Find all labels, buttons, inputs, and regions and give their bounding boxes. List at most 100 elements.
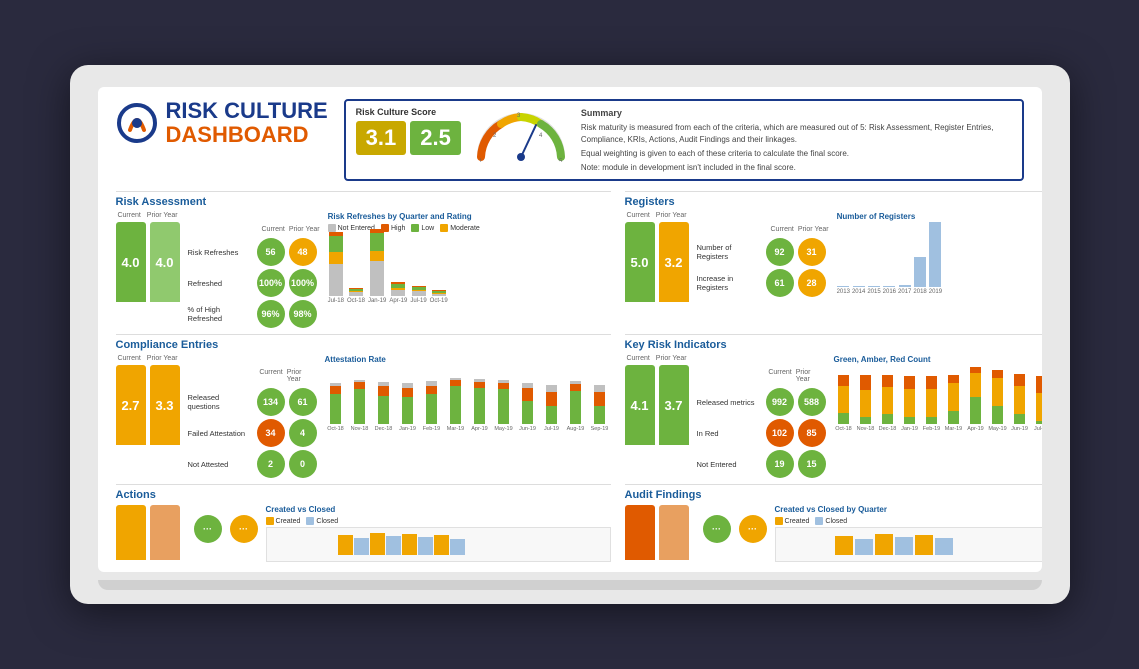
reg-current-label: Current: [626, 212, 649, 219]
metric-val: ···: [230, 515, 258, 543]
kri-chart: Green, Amber, Red Count Oct-18: [834, 355, 1042, 432]
metric-label: Number of Registers: [697, 243, 762, 261]
bar-seg: [354, 382, 365, 389]
gauge-chart: 1 2 3 4 5: [471, 107, 571, 162]
metric-label: Released questions: [188, 393, 253, 411]
audit-legend: Created Closed: [775, 517, 1042, 525]
score-label: Risk Culture Score: [356, 107, 461, 117]
bar-seg: [868, 286, 880, 287]
bar-seg: [402, 388, 413, 397]
ra-prior-label: Prior Year: [147, 212, 178, 219]
bar-seg: [882, 414, 893, 424]
audit-metrics: ··· ···: [703, 515, 767, 543]
kri-current-bar: 4.1: [625, 365, 655, 445]
bar-group: Feb-19: [421, 381, 443, 432]
bar-label: May-19: [988, 426, 1008, 432]
list-item: Closed: [815, 517, 847, 525]
bar-seg: [402, 397, 413, 424]
ra-chart-title: Risk Refreshes by Quarter and Rating: [328, 212, 611, 221]
legend-label: Low: [421, 225, 434, 232]
bar-seg: [1014, 374, 1025, 386]
bar-seg: [948, 383, 959, 411]
table-row: % of High Refreshed 96% 98%: [188, 300, 320, 328]
audit-title: Audit Findings: [625, 489, 1042, 501]
bar-label: Jul-19: [541, 426, 563, 432]
list-item: Created: [775, 517, 810, 525]
reg-metrics: Current Prior Year Number of Registers 9…: [697, 226, 829, 297]
actions-section: Actions ··· ··· Cr: [116, 484, 611, 562]
current-score: 3.1: [356, 121, 407, 155]
table-row: In Red 102 85: [697, 419, 826, 447]
bar-seg: [899, 285, 911, 287]
bar-seg: [1014, 386, 1025, 414]
bar-seg: [992, 370, 1003, 378]
bar-group: 2017: [898, 285, 911, 295]
ra-chart: Risk Refreshes by Quarter and Rating Not…: [328, 212, 611, 304]
list-item: Closed: [306, 517, 338, 525]
bar-seg: [391, 290, 405, 296]
dashboard-header: RISK CULTURE DASHBOARD Risk Culture Scor…: [116, 99, 1024, 181]
bar-group: Dec-18: [373, 382, 395, 432]
bar-seg: [860, 417, 871, 424]
svg-text:2: 2: [493, 133, 497, 139]
metric-current: 61: [766, 269, 794, 297]
table-row: Risk Refreshes 56 48: [188, 238, 320, 266]
metric-prior: 28: [798, 269, 826, 297]
bar-seg: [970, 397, 981, 424]
bar-seg: [992, 378, 1003, 406]
bar-group: Oct-18: [347, 288, 365, 304]
risk-assessment-title: Risk Assessment: [116, 196, 611, 208]
kri-bar-chart: Oct-18 Nov-18: [834, 367, 1042, 432]
bar-group: Jan-19: [368, 229, 386, 304]
actions-score-bars: [116, 505, 180, 560]
bar-label: 2016: [883, 289, 896, 295]
bar-seg: [1036, 376, 1042, 393]
reg-chart: Number of Registers 2013 2014: [837, 212, 1042, 295]
comp-chart: Attestation Rate Oct-18: [325, 355, 611, 432]
bar-seg: [450, 386, 461, 424]
risk-assessment-section: Risk Assessment Current Prior Year 4.0: [116, 191, 611, 328]
bar-group: Mar-19: [944, 375, 964, 432]
bar-label: Oct-18: [834, 426, 854, 432]
risk-assessment-inner: Current Prior Year 4.0 4.0: [116, 212, 611, 328]
bar-label: Jun-19: [517, 426, 539, 432]
comp-current-label: Current: [117, 355, 140, 362]
logo-title-dashboard: DASHBOARD: [166, 123, 328, 147]
sections-grid: Risk Assessment Current Prior Year 4.0: [116, 191, 1024, 562]
actions-chart-title: Created vs Closed: [266, 505, 611, 514]
bar-group: Oct-19: [430, 290, 448, 304]
bar-seg: [882, 387, 893, 414]
ra-score-bars: Current Prior Year 4.0 4.0: [116, 212, 180, 302]
reg-current-bar: 5.0: [625, 222, 655, 302]
bar-group: Oct-18: [325, 383, 347, 432]
registers-title: Registers: [625, 196, 1042, 208]
bar-seg: [426, 394, 437, 424]
bar-label: Oct-18: [325, 426, 347, 432]
bar-label: Jan-19: [397, 426, 419, 432]
comp-prior-label: Prior Year: [147, 355, 178, 362]
reg-prior-col: Prior Year: [798, 226, 829, 233]
actions-chart: Created vs Closed Created Closed: [266, 505, 611, 562]
bar-seg: [570, 391, 581, 424]
bar-label: Jan-19: [900, 426, 920, 432]
bar-label: Sep-19: [589, 426, 611, 432]
bar-seg: [860, 375, 871, 390]
metric-prior: 31: [798, 238, 826, 266]
bar-group: Jul-18: [328, 232, 344, 304]
bar-seg: [853, 286, 865, 287]
legend-label: Closed: [825, 518, 847, 525]
metric-current: 102: [766, 419, 794, 447]
bar-seg: [594, 406, 605, 424]
summary-note: Equal weighting is given to each of thes…: [581, 148, 1012, 159]
comp-chart-title: Attestation Rate: [325, 355, 611, 364]
bar-label: Jul-19: [1032, 426, 1042, 432]
metric-label: % of High Refreshed: [188, 305, 253, 323]
bar-label: Oct-19: [430, 298, 448, 304]
bar-group: Feb-19: [922, 376, 942, 432]
bar-seg: [948, 375, 959, 383]
metric-label: Risk Refreshes: [188, 248, 253, 257]
bar-label: Apr-19: [469, 426, 491, 432]
table-row: Number of Registers 92 31: [697, 238, 829, 266]
actions-metrics: ··· ···: [194, 515, 258, 543]
bar-seg: [354, 389, 365, 424]
